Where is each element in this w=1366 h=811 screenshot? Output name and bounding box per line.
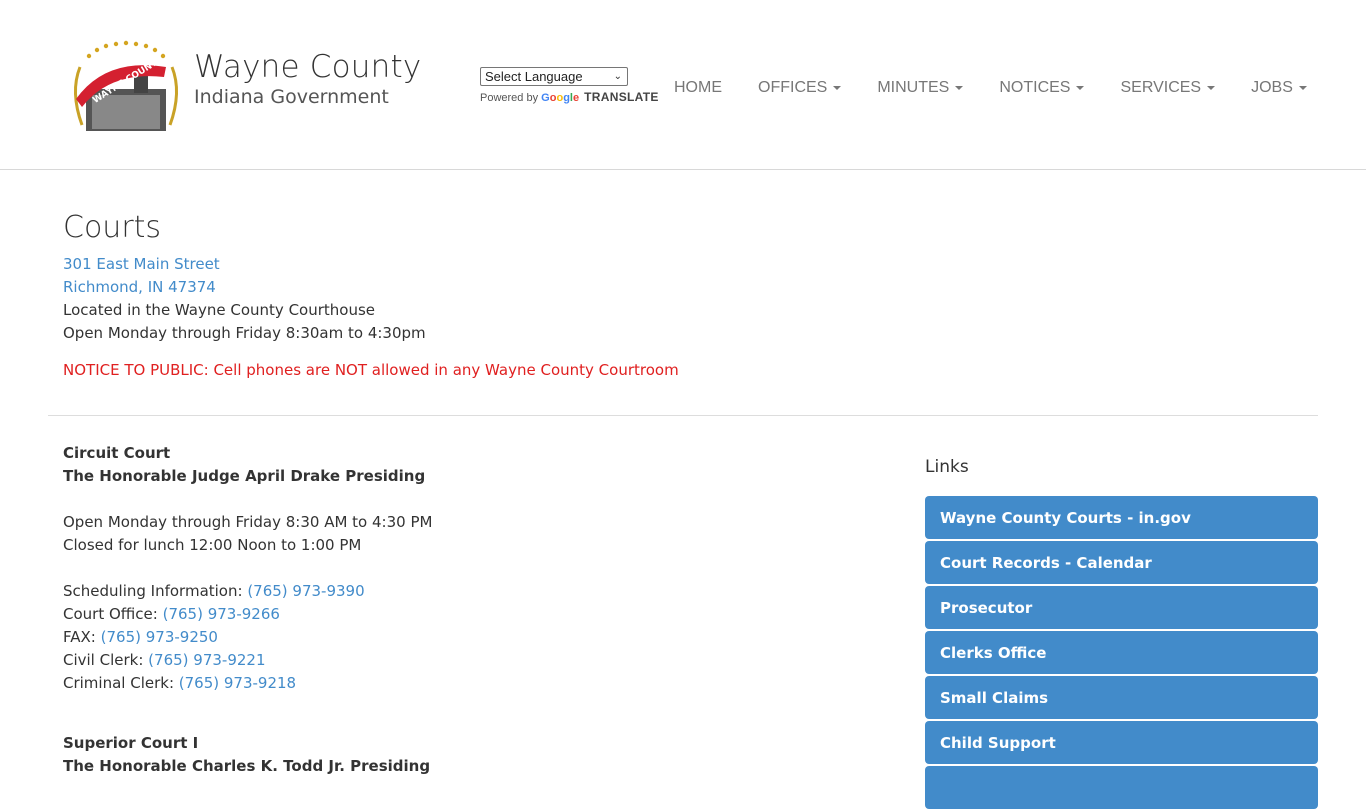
phone-link[interactable]: (765) 973-9390 <box>247 582 364 600</box>
google-letter: g <box>563 92 570 104</box>
court-judge: The Honorable Judge April Drake Presidin… <box>63 467 426 485</box>
nav-item-label: MINUTES <box>877 79 950 96</box>
nav-item-label: HOME <box>674 79 722 96</box>
nav-item-services[interactable]: SERVICES <box>1120 78 1216 98</box>
powered-by-google: Powered by Google TRANSLATE <box>480 90 659 104</box>
contact-label: Criminal Clerk: <box>63 674 179 692</box>
court-lunch: Closed for lunch 12:00 Noon to 1:00 PM <box>63 536 362 554</box>
contact-label: Scheduling Information: <box>63 582 248 600</box>
phone-link[interactable]: (765) 973-9218 <box>179 674 296 692</box>
contact-label: FAX: <box>63 628 101 646</box>
phone-link[interactable]: (765) 973-9266 <box>163 605 280 623</box>
court-judge: The Honorable Charles K. Todd Jr. Presid… <box>63 757 431 775</box>
link-button[interactable]: Small Claims <box>925 676 1318 719</box>
google-translate-widget: Select Language ⌄ Powered by Google TRAN… <box>480 67 659 104</box>
hours-text: Open Monday through Friday 8:30am to 4:3… <box>63 324 426 342</box>
language-select-value: Select Language <box>485 69 583 84</box>
caret-down-icon <box>1076 86 1085 90</box>
brand-subtitle[interactable]: Indiana Government <box>194 86 389 108</box>
link-button[interactable]: Wayne County Courts - in.gov <box>925 496 1318 539</box>
court-name: Superior Court I <box>63 734 199 752</box>
link-button[interactable]: Child Support <box>925 721 1318 764</box>
nav-item-notices[interactable]: NOTICES <box>999 78 1085 98</box>
nav-item-label: OFFICES <box>758 79 828 96</box>
google-letter: G <box>541 92 550 104</box>
main-nav: HOME OFFICES MINUTES NOTICES SERVICES JOBS <box>674 78 1343 98</box>
address-line2-link[interactable]: Richmond, IN 47374 <box>63 276 426 299</box>
contact-label: Civil Clerk: <box>63 651 149 669</box>
contact-row: Scheduling Information: (765) 973-9390 <box>63 580 432 603</box>
court-address: 301 East Main Street Richmond, IN 47374 … <box>63 253 426 345</box>
contact-row: FAX: (765) 973-9250 <box>63 626 432 649</box>
nav-item-home[interactable]: HOME <box>674 78 722 98</box>
google-letter: e <box>572 92 580 104</box>
nav-item-minutes[interactable]: MINUTES <box>877 78 964 98</box>
county-seal-logo[interactable]: WAYNE COUNTY <box>66 37 186 135</box>
location-text: Located in the Wayne County Courthouse <box>63 301 376 319</box>
public-notice: NOTICE TO PUBLIC: Cell phones are NOT al… <box>63 361 679 379</box>
contact-label: Court Office: <box>63 605 163 623</box>
translate-label: TRANSLATE <box>584 90 659 104</box>
chevron-down-icon: ⌄ <box>613 71 622 82</box>
contact-row: Court Office: (765) 973-9266 <box>63 603 432 626</box>
link-button[interactable]: Prosecutor <box>925 586 1318 629</box>
google-logo-text[interactable]: Google <box>541 92 579 104</box>
nav-item-label: SERVICES <box>1120 79 1202 96</box>
link-button[interactable] <box>925 766 1318 809</box>
court-contacts: Scheduling Information: (765) 973-9390 Co… <box>63 580 432 695</box>
caret-down-icon <box>955 86 964 90</box>
link-button[interactable]: Clerks Office <box>925 631 1318 674</box>
links-list: Wayne County Courts - in.gov Court Record… <box>925 496 1318 811</box>
powered-by-label: Powered by <box>480 92 539 104</box>
section-divider <box>48 415 1318 416</box>
nav-item-label: JOBS <box>1251 79 1293 96</box>
language-select[interactable]: Select Language ⌄ <box>480 67 628 86</box>
nav-item-label: NOTICES <box>999 79 1071 96</box>
nav-item-jobs[interactable]: JOBS <box>1251 78 1307 98</box>
caret-down-icon <box>1207 86 1216 90</box>
link-button[interactable]: Court Records - Calendar <box>925 541 1318 584</box>
phone-link[interactable]: (765) 973-9221 <box>148 651 265 669</box>
caret-down-icon <box>1298 86 1307 90</box>
contact-row: Civil Clerk: (765) 973-9221 <box>63 649 432 672</box>
nav-item-offices[interactable]: OFFICES <box>758 78 842 98</box>
court-hours: Open Monday through Friday 8:30 AM to 4:… <box>63 513 433 531</box>
brand-title[interactable]: Wayne County <box>194 49 421 85</box>
circuit-court-section: Circuit Court The Honorable Judge April … <box>63 442 432 695</box>
site-header: WAYNE COUNTY Wayne County Indiana Govern… <box>0 0 1366 170</box>
phone-link[interactable]: (765) 973-9250 <box>101 628 218 646</box>
page-title: Courts <box>63 210 162 245</box>
court-name: Circuit Court <box>63 444 171 462</box>
address-line1-link[interactable]: 301 East Main Street <box>63 253 426 276</box>
links-title: Links <box>925 457 969 477</box>
superior-court-1-section: Superior Court I The Honorable Charles K… <box>63 732 430 778</box>
caret-down-icon <box>833 86 842 90</box>
contact-row: Criminal Clerk: (765) 973-9218 <box>63 672 432 695</box>
